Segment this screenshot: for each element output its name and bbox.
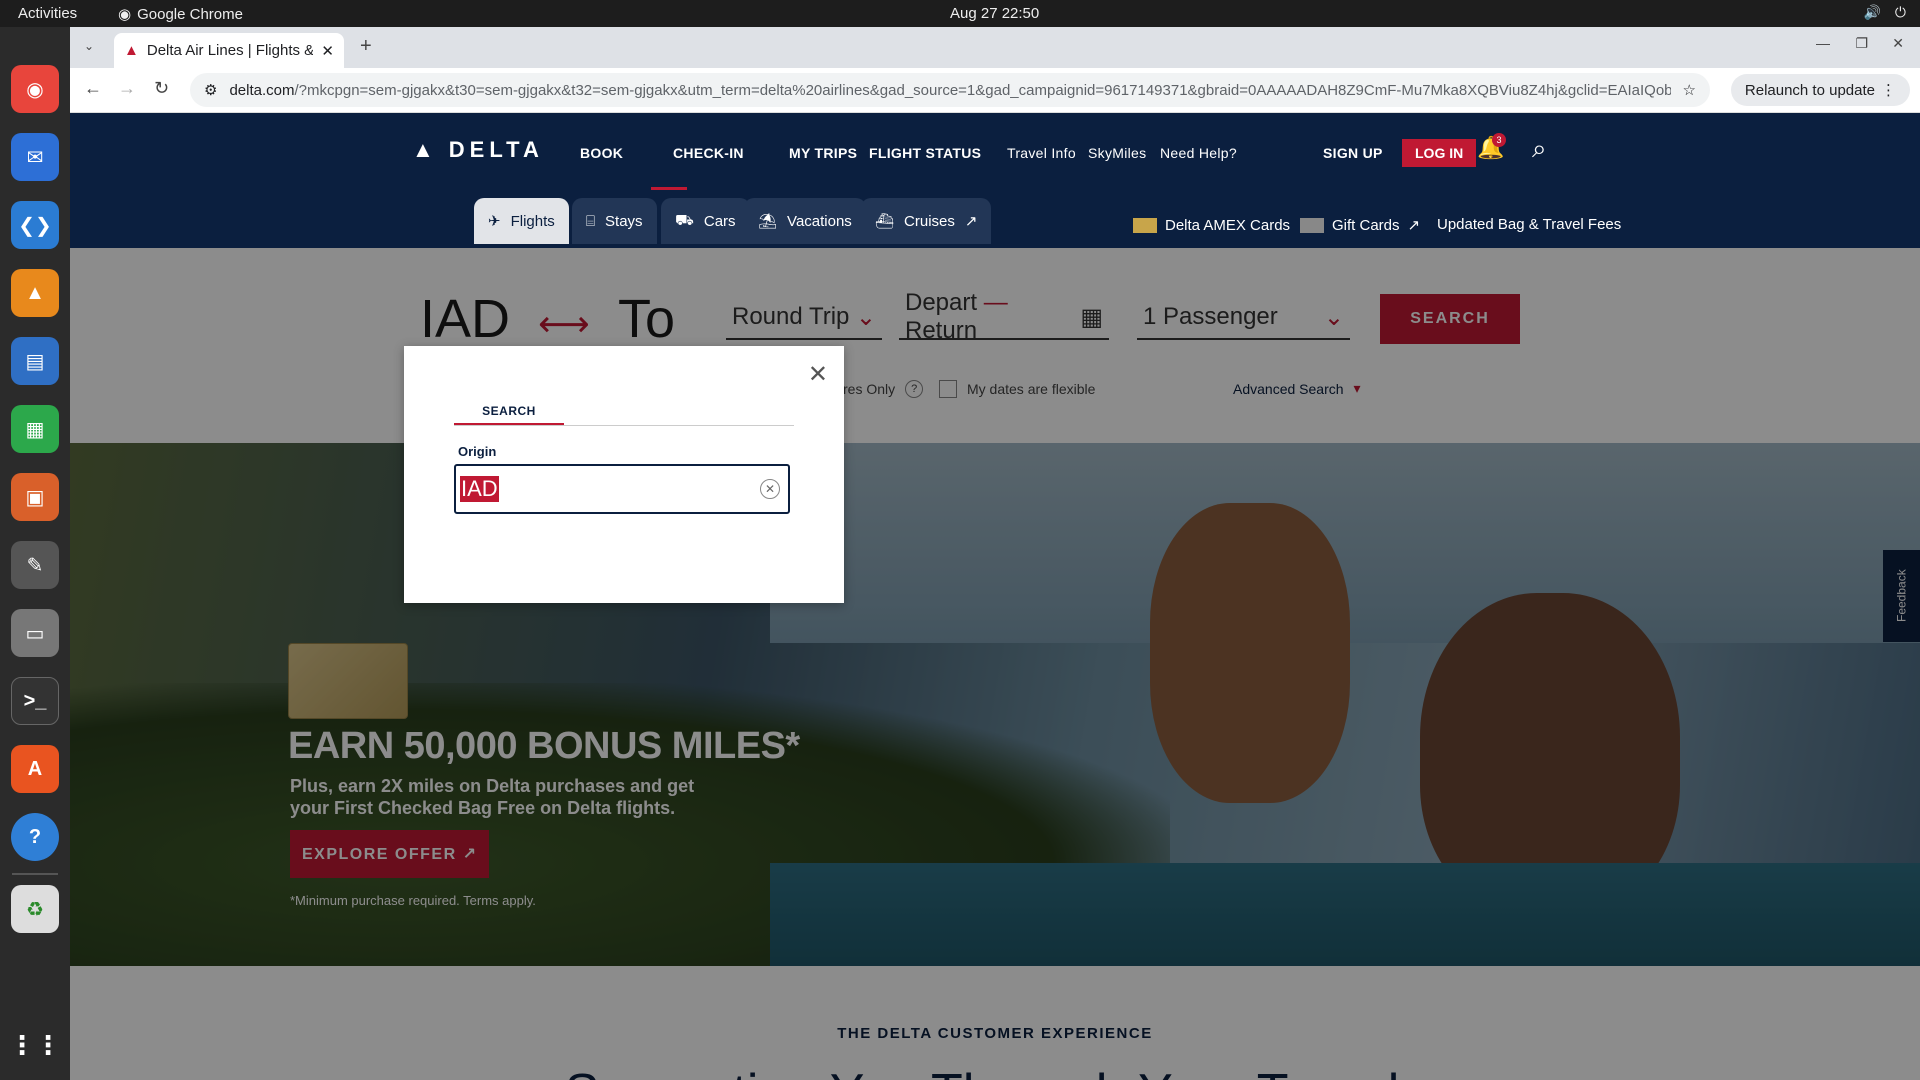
- tab-title: Delta Air Lines | Flights &: [146, 42, 314, 59]
- nav-travel-info[interactable]: Travel Info: [1007, 145, 1076, 161]
- external-link-icon: ↗: [964, 213, 978, 230]
- modal-search-tab[interactable]: SEARCH: [454, 398, 564, 426]
- reload-icon[interactable]: ↻: [154, 78, 169, 99]
- chrome-dock-icon[interactable]: ◉: [11, 65, 59, 113]
- external-link-icon: ↗: [1407, 217, 1421, 234]
- logo-text: DELTA: [448, 137, 544, 162]
- tab-flights-label: Flights: [510, 212, 555, 230]
- bookmark-star-icon[interactable]: ☆: [1683, 81, 1696, 99]
- dock: ◉ ✉ ❮❯ ▲ ▤ ▦ ▣ ✎ ▭ >_ A ? ♻ ⋮⋮: [0, 27, 70, 1080]
- relaunch-button[interactable]: Relaunch to update ⋮: [1730, 74, 1910, 106]
- gift-cards-link[interactable]: Gift Cards ↗: [1300, 216, 1420, 234]
- new-tab-icon[interactable]: +: [360, 35, 372, 58]
- tab-search-icon[interactable]: ⌄: [84, 39, 94, 53]
- vlc-dock-icon[interactable]: ▲: [11, 269, 59, 317]
- tab-stays-label: Stays: [605, 212, 643, 230]
- help-dock-icon[interactable]: ?: [11, 813, 59, 861]
- bag-fees-link[interactable]: Updated Bag & Travel Fees: [1437, 216, 1621, 233]
- chrome-toolbar: ← → ↻ ⚙ delta.com/?mkcpgn=sem-gjgakx&t30…: [70, 68, 1920, 113]
- tab-vacations[interactable]: ⛱ Vacations: [744, 198, 866, 244]
- show-apps-icon[interactable]: ⋮⋮: [9, 1021, 61, 1069]
- files-dock-icon[interactable]: ▭: [11, 609, 59, 657]
- sign-up-link[interactable]: SIGN UP: [1323, 145, 1383, 161]
- car-icon: ⛟: [675, 211, 694, 229]
- kebab-menu-icon: ⋮: [1881, 82, 1896, 99]
- url-host: delta.com: [229, 81, 295, 99]
- delta-logo[interactable]: ▲ DELTA: [412, 137, 544, 163]
- url-text[interactable]: delta.com/?mkcpgn=sem-gjgakx&t30=sem-gjg…: [229, 82, 1670, 99]
- origin-input-value: IAD: [460, 476, 499, 502]
- tab-flights[interactable]: ✈ Flights: [474, 198, 569, 244]
- url-path: /?mkcpgn=sem-gjgakx&t30=sem-gjgakx&t32=s…: [294, 81, 1671, 99]
- delta-favicon-icon: ▲: [124, 42, 139, 59]
- power-icon: ⏻: [1894, 4, 1906, 20]
- web-page: ▲ DELTA BOOK CHECK-IN MY TRIPS FLIGHT ST…: [70, 113, 1920, 1080]
- back-icon[interactable]: ←: [84, 78, 102, 99]
- clock[interactable]: Aug 27 22:50: [950, 5, 1039, 22]
- delta-header: ▲ DELTA BOOK CHECK-IN MY TRIPS FLIGHT ST…: [70, 113, 1920, 190]
- vacation-icon: ⛱: [758, 213, 778, 230]
- impress-dock-icon[interactable]: ▣: [11, 473, 59, 521]
- ship-icon: ⛴: [875, 213, 895, 230]
- software-dock-icon[interactable]: A: [11, 745, 59, 793]
- tab-vacations-label: Vacations: [787, 212, 852, 230]
- modal-tab-divider: [454, 425, 794, 426]
- restore-icon[interactable]: ❐: [1855, 35, 1868, 52]
- relaunch-label: Relaunch to update: [1744, 81, 1875, 99]
- tab-cruises-label: Cruises: [904, 212, 955, 230]
- tab-cruises[interactable]: ⛴ Cruises ↗: [861, 198, 992, 244]
- tab-stays[interactable]: ⌸ Stays: [572, 198, 657, 244]
- nav-my-trips[interactable]: MY TRIPS: [789, 145, 857, 161]
- chrome-icon: ◉: [118, 6, 132, 23]
- nav-need-help[interactable]: Need Help?: [1160, 145, 1237, 161]
- amex-card-icon: [1133, 217, 1157, 233]
- tab-cars-label: Cars: [703, 212, 736, 230]
- gift-card-icon: [1300, 217, 1324, 233]
- bed-icon: ⌸: [586, 212, 596, 230]
- origin-label: Origin: [458, 444, 497, 459]
- address-bar[interactable]: ⚙ delta.com/?mkcpgn=sem-gjgakx&t30=sem-g…: [190, 73, 1710, 107]
- modal-backdrop[interactable]: [70, 248, 1920, 1080]
- browser-tab[interactable]: ▲ Delta Air Lines | Flights & ✕: [114, 33, 344, 68]
- nav-checkin[interactable]: CHECK-IN: [673, 145, 744, 161]
- tab-cars[interactable]: ⛟ Cars: [661, 198, 750, 244]
- search-icon[interactable]: ⌕: [1532, 133, 1547, 165]
- os-top-bar: Activities ◉ Google Chrome Aug 27 22:50 …: [0, 0, 1920, 27]
- system-tray[interactable]: 🔊 ⏻: [1863, 4, 1906, 21]
- delta-widget-icon: ▲: [412, 137, 439, 162]
- amex-cards-label: Delta AMEX Cards: [1165, 216, 1291, 234]
- writer-dock-icon[interactable]: ▤: [11, 337, 59, 385]
- notification-count-badge: 3: [1492, 133, 1506, 147]
- chrome-tab-strip: ⌄ ▲ Delta Air Lines | Flights & ✕ + — ❐ …: [70, 27, 1920, 68]
- plane-icon: ✈: [488, 213, 501, 230]
- gimp-dock-icon[interactable]: ✎: [11, 541, 59, 589]
- minimize-icon[interactable]: —: [1816, 35, 1830, 51]
- amex-cards-link[interactable]: Delta AMEX Cards↗: [1133, 216, 1311, 234]
- log-in-button[interactable]: LOG IN: [1402, 139, 1477, 167]
- product-subnav: ✈ Flights ⌸ Stays ⛟ Cars ⛱ Vacations ⛴ C…: [70, 190, 1920, 248]
- thunderbird-dock-icon[interactable]: ✉: [11, 133, 59, 181]
- calc-dock-icon[interactable]: ▦: [11, 405, 59, 453]
- dock-separator: [12, 873, 58, 875]
- close-window-icon[interactable]: ✕: [1892, 35, 1904, 52]
- site-info-icon[interactable]: ⚙: [204, 81, 217, 99]
- forward-icon[interactable]: →: [118, 78, 136, 99]
- nav-skymiles[interactable]: SkyMiles: [1088, 145, 1146, 161]
- close-tab-icon[interactable]: ✕: [321, 42, 334, 60]
- nav-book[interactable]: BOOK: [580, 145, 623, 161]
- nav-flight-status[interactable]: FLIGHT STATUS: [869, 145, 981, 161]
- vscode-dock-icon[interactable]: ❮❯: [11, 201, 59, 249]
- terminal-dock-icon[interactable]: >_: [11, 677, 59, 725]
- volume-icon: 🔊: [1863, 4, 1881, 20]
- app-menu[interactable]: ◉ Google Chrome: [118, 5, 243, 24]
- origin-input[interactable]: IAD ✕: [454, 464, 790, 514]
- gift-cards-label: Gift Cards: [1332, 216, 1400, 234]
- app-name: Google Chrome: [137, 5, 243, 23]
- close-icon[interactable]: ✕: [808, 360, 828, 389]
- trash-dock-icon[interactable]: ♻: [11, 885, 59, 933]
- origin-search-modal: ✕ SEARCH Origin IAD ✕: [404, 346, 844, 603]
- activities-button[interactable]: Activities: [18, 5, 77, 22]
- clear-input-icon[interactable]: ✕: [760, 479, 780, 499]
